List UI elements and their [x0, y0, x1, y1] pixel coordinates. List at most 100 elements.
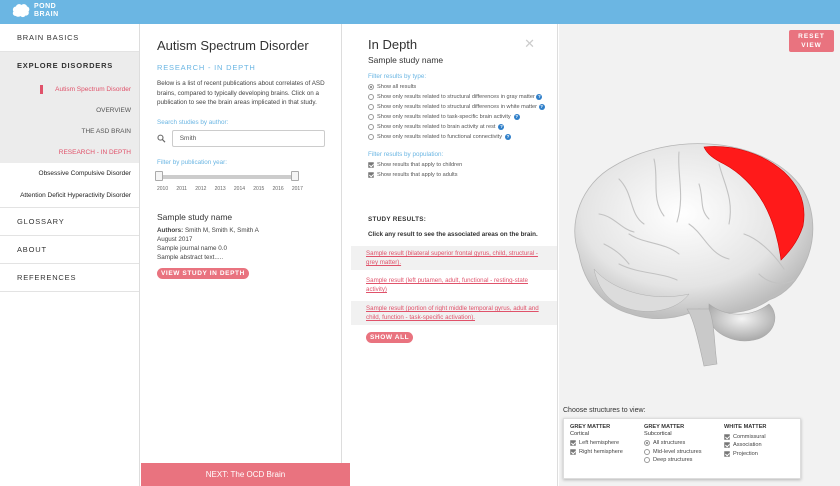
projection-option[interactable]: Projection — [724, 450, 766, 459]
nav-ocd[interactable]: Obsessive Compulsive Disorder — [0, 163, 139, 185]
nav-about[interactable]: ABOUT — [0, 236, 139, 263]
in-depth-study-name: Sample study name — [368, 55, 444, 65]
left-hemisphere-option[interactable]: Left hemisphere — [570, 439, 623, 448]
result-link[interactable]: Sample result (portion of right middle t… — [351, 301, 557, 325]
checkbox[interactable] — [570, 448, 576, 455]
year-tick: 2012 — [195, 185, 207, 192]
grey-matter-cortical: GREY MATTER Cortical Left hemisphere Rig… — [570, 424, 623, 456]
nav-brain-basics[interactable]: BRAIN BASICS — [0, 24, 139, 51]
help-icon[interactable]: ? — [513, 114, 520, 120]
radio-button[interactable] — [644, 448, 650, 455]
type-option-rest-activity[interactable]: Show only results related to brain activ… — [368, 123, 553, 131]
result-link[interactable]: Sample result (left putamen, adult, func… — [351, 273, 557, 297]
author-search — [157, 129, 325, 147]
reset-view-button[interactable]: RESET VIEW — [789, 30, 834, 52]
option-label: Show only results related to functional … — [377, 134, 502, 140]
help-icon[interactable]: ? — [538, 104, 545, 111]
column-subheader: Subcortical — [644, 430, 672, 437]
in-depth-title: In Depth — [368, 37, 418, 52]
year-tick: 2011 — [176, 185, 188, 192]
radio-button[interactable] — [368, 84, 374, 90]
filters: Filter results by type: Show all results… — [368, 73, 553, 181]
option-label: Show only results related to task-specif… — [377, 114, 511, 120]
nav-research-in-depth[interactable]: RESEARCH - IN DEPTH — [0, 142, 139, 163]
type-option-task-activity[interactable]: Show only results related to task-specif… — [368, 113, 553, 121]
slider-handle-max[interactable] — [291, 170, 299, 181]
option-label: Show results that apply to children — [377, 162, 463, 168]
nav-glossary[interactable]: GLOSSARY — [0, 208, 139, 235]
all-structures-option[interactable]: All structures — [644, 439, 702, 448]
nav-autism-label: Autism Spectrum Disorder — [55, 86, 131, 93]
checkbox[interactable] — [368, 162, 374, 168]
checkbox[interactable] — [724, 450, 730, 457]
study-journal: Sample journal name 0.0 — [157, 244, 228, 252]
option-label: Projection — [733, 450, 758, 457]
option-label: Right hemisphere — [579, 448, 623, 455]
next-ocd-button[interactable]: NEXT: The OCD Brain — [141, 463, 350, 486]
radio-button[interactable] — [368, 114, 374, 120]
authors-value: Smith M, Smith K, Smith A — [183, 226, 259, 234]
year-range-slider[interactable] — [155, 170, 299, 184]
population-adults[interactable]: Show results that apply to adults — [368, 171, 553, 179]
option-label: Commissural — [733, 433, 766, 440]
structure-selector: GREY MATTER Cortical Left hemisphere Rig… — [563, 418, 801, 479]
help-icon[interactable]: ? — [505, 134, 511, 140]
brain-viewer[interactable]: RESET VIEW Choose structures to view: GR… — [559, 24, 840, 486]
type-option-all[interactable]: Show all results — [368, 83, 553, 91]
show-all-button[interactable]: SHOW ALL — [366, 332, 414, 343]
logo-line-2: BRAIN — [34, 11, 59, 18]
slider-handle-min[interactable] — [155, 170, 163, 181]
nav-the-asd-brain[interactable]: THE ASD BRAIN — [0, 121, 139, 142]
help-icon[interactable]: ? — [536, 94, 543, 101]
brain-model[interactable] — [559, 104, 840, 404]
checkbox[interactable] — [570, 440, 576, 447]
study-results-instructions: Click any result to see the associated a… — [368, 231, 538, 238]
type-option-gray-matter[interactable]: Show only results related to structural … — [368, 93, 553, 101]
result-link[interactable]: Sample result (bilateral superior fronta… — [351, 246, 557, 270]
grey-matter-subcortical: GREY MATTER Subcortical All structures M… — [644, 424, 702, 465]
view-study-button[interactable]: VIEW STUDY IN DEPTH — [157, 267, 249, 279]
type-option-connectivity[interactable]: Show only results related to functional … — [368, 133, 553, 141]
option-label: Show only results related to structural … — [377, 93, 543, 101]
pond-brain-logo[interactable]: POND BRAIN — [12, 3, 59, 19]
year-tick: 2017 — [291, 185, 303, 192]
close-icon[interactable]: ✕ — [524, 36, 535, 52]
checkbox[interactable] — [724, 442, 730, 449]
radio-button[interactable] — [368, 134, 374, 140]
nav-autism-spectrum-disorder[interactable]: Autism Spectrum Disorder — [0, 79, 139, 100]
radio-button[interactable] — [368, 94, 374, 100]
page-title: Autism Spectrum Disorder — [157, 38, 309, 53]
search-icon — [157, 134, 166, 143]
author-search-input[interactable] — [171, 129, 325, 147]
nav-references[interactable]: REFERENCES — [0, 264, 139, 291]
population-children[interactable]: Show results that apply to children — [368, 161, 553, 169]
checkbox[interactable] — [724, 433, 730, 440]
right-hemisphere-option[interactable]: Right hemisphere — [570, 448, 623, 457]
nav-explore-disorders[interactable]: EXPLORE DISORDERS — [0, 52, 139, 79]
nav-overview[interactable]: OVERVIEW — [0, 100, 139, 121]
checkbox[interactable] — [368, 172, 374, 178]
radio-button[interactable] — [644, 457, 650, 464]
radio-button[interactable] — [644, 440, 650, 447]
commissural-option[interactable]: Commissural — [724, 433, 766, 442]
radio-button[interactable] — [368, 124, 374, 130]
mid-level-structures-option[interactable]: Mid-level structures — [644, 448, 702, 457]
nav-adhd[interactable]: Attention Deficit Hyperactivity Disorder — [0, 185, 139, 207]
brain-logo-icon — [12, 4, 30, 18]
white-matter: WHITE MATTER Commissural Association Pro… — [724, 424, 766, 458]
option-label: All structures — [653, 440, 686, 446]
deep-structures-option[interactable]: Deep structures — [644, 456, 702, 465]
active-indicator — [40, 85, 43, 94]
radio-button[interactable] — [368, 104, 374, 110]
slider-range — [157, 174, 297, 179]
option-label: Left hemisphere — [579, 440, 620, 446]
study-title: Sample study name — [157, 211, 233, 222]
type-filter-label: Filter results by type: — [368, 73, 427, 80]
year-tick: 2014 — [233, 185, 246, 192]
association-option[interactable]: Association — [724, 441, 766, 450]
study-abstract: Sample abstract text..... — [157, 253, 224, 261]
year-tick: 2015 — [253, 185, 265, 192]
year-ticks: 2010 2011 2012 2013 2014 2015 2016 2017 — [157, 186, 303, 192]
help-icon[interactable]: ? — [498, 124, 505, 130]
type-option-white-matter[interactable]: Show only results related to structural … — [368, 103, 553, 111]
